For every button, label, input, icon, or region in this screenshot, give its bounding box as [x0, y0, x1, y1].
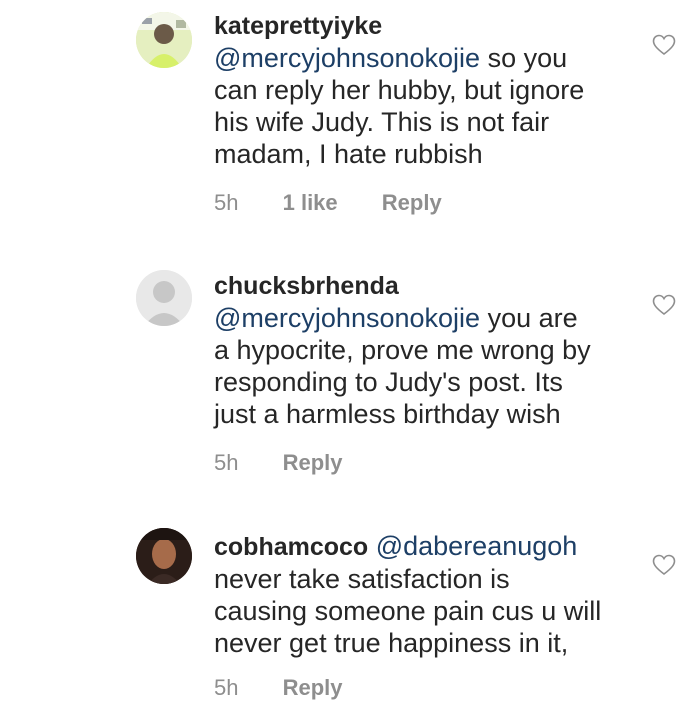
heart-outline-icon[interactable]: [652, 554, 676, 576]
comment-text-line: so you: [487, 43, 568, 73]
reply-button[interactable]: Reply: [283, 450, 343, 476]
comment-text-line: can reply her hubby, but ignore: [214, 75, 585, 105]
user-photo-avatar-icon: [136, 12, 192, 68]
comment-text-line: a hypocrite, prove me wrong by: [214, 335, 591, 365]
comment-time: 5h: [214, 675, 239, 700]
comment-text-line: his wife Judy. This is not fair: [214, 107, 550, 137]
mention-link[interactable]: @dabereanugoh: [376, 531, 578, 561]
comment-meta: 5h 1 like Reply: [214, 190, 480, 216]
comment-text-line: causing someone pain cus u will: [214, 596, 602, 626]
default-user-avatar-icon: [136, 270, 192, 326]
comment-text-line: madam, I hate rubbish: [214, 139, 483, 169]
user-photo-avatar-icon: [136, 528, 192, 584]
comment-text-line: you are: [487, 303, 578, 333]
comment-text: cobhamcoco @dabereanugoh never take sati…: [214, 530, 634, 659]
heart-outline-icon[interactable]: [652, 294, 676, 316]
comment-meta: 5h Reply: [214, 675, 381, 701]
comment-text-line: never get true happiness in it,: [214, 628, 569, 658]
reply-button[interactable]: Reply: [283, 675, 343, 701]
avatar[interactable]: [136, 270, 192, 326]
mention-link[interactable]: @mercyjohnsonokojie: [214, 43, 480, 73]
comment-meta: 5h Reply: [214, 450, 381, 476]
comment-username[interactable]: kateprettyiyke: [214, 10, 634, 42]
comment-text: @mercyjohnsonokojie you are a hypocrite,…: [214, 302, 634, 430]
comment-likes-count[interactable]: 1 like: [283, 190, 338, 216]
comment-text-line: just a harmless birthday wish: [214, 399, 561, 429]
comment-text: @mercyjohnsonokojie so you can reply her…: [214, 42, 634, 170]
comment-text-line: responding to Judy's post. Its: [214, 367, 563, 397]
avatar[interactable]: [136, 12, 192, 68]
mention-link[interactable]: @mercyjohnsonokojie: [214, 303, 480, 333]
comment-username[interactable]: chucksbrhenda: [214, 270, 634, 302]
avatar[interactable]: [136, 528, 192, 584]
comment-text-line: never take satisfaction is: [214, 564, 510, 594]
comment-time: 5h: [214, 450, 239, 475]
comment-time: 5h: [214, 190, 239, 215]
comment-username[interactable]: cobhamcoco: [214, 533, 368, 561]
reply-button[interactable]: Reply: [382, 190, 442, 216]
heart-outline-icon[interactable]: [652, 34, 676, 56]
